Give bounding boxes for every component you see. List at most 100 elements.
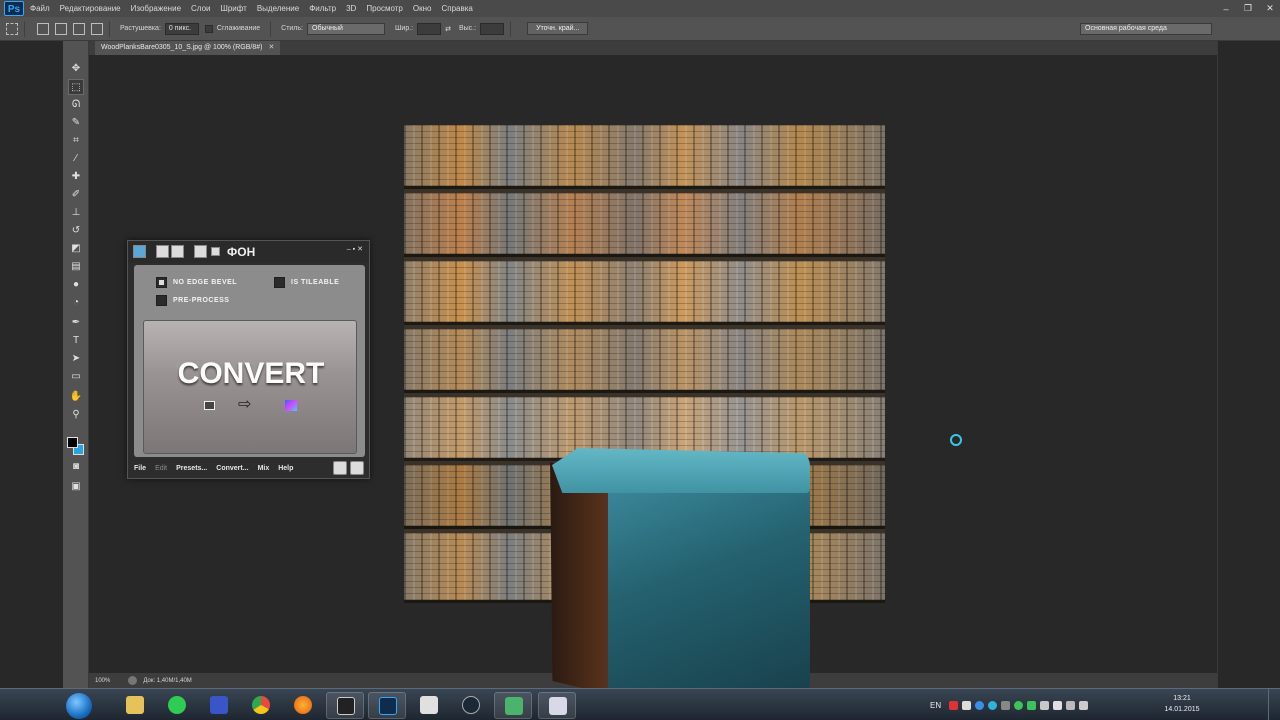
height-input[interactable] (480, 22, 505, 35)
plugin-menu-mix[interactable]: Mix (258, 465, 270, 472)
brush-tool-icon[interactable]: ✐ (68, 187, 84, 203)
swap-icon[interactable]: ⇄ (445, 25, 451, 33)
blur-tool-icon[interactable]: ● (68, 277, 84, 293)
menu-image[interactable]: Изображение (131, 4, 181, 13)
quick-selection-icon[interactable]: ✎ (68, 115, 84, 131)
restore-icon[interactable]: ❐ (1242, 3, 1254, 14)
status-menu-icon[interactable] (128, 676, 138, 685)
separator (270, 20, 272, 37)
foreground-color-swatch[interactable] (67, 437, 78, 448)
shape-tool-icon[interactable]: ▭ (68, 369, 84, 385)
taskbar-media[interactable] (538, 692, 576, 719)
plugin-menu-file[interactable]: File (134, 465, 146, 472)
pen-tool-icon[interactable]: ✒ (68, 315, 84, 331)
cursor-ring-icon (950, 434, 962, 446)
plugin-menu-presets[interactable]: Presets... (176, 465, 207, 472)
menu-view[interactable]: Просмотр (366, 4, 403, 13)
checkbox-icon[interactable] (194, 245, 207, 258)
marquee-tool-preset-icon[interactable] (6, 22, 18, 35)
network-icon[interactable] (1066, 700, 1076, 710)
move-tool-icon[interactable]: ✥ (68, 61, 84, 77)
type-tool-icon[interactable]: T (68, 333, 84, 349)
panel-controls-icon[interactable]: –▪✕ (347, 245, 365, 253)
menu-help[interactable]: Справка (441, 4, 472, 13)
layer-icon[interactable] (156, 245, 169, 258)
taskbar-unity[interactable] (410, 692, 448, 719)
subtract-selection-icon[interactable] (73, 22, 85, 35)
crop-tool-icon[interactable]: ⌗ (68, 133, 84, 149)
feather-input[interactable]: 0 пикс. (164, 22, 199, 35)
dodge-tool-icon[interactable]: ◔ (68, 295, 84, 311)
taskbar-save[interactable] (200, 692, 238, 719)
camera-icon[interactable] (211, 247, 220, 256)
volume-icon[interactable] (1079, 700, 1089, 710)
wood-plank (404, 193, 885, 257)
tray-app-icon[interactable] (1014, 700, 1024, 710)
menu-edit[interactable]: Редактирование (60, 4, 121, 13)
tray-app-icon[interactable] (949, 700, 959, 710)
intersect-selection-icon[interactable] (91, 22, 103, 35)
menu-filter[interactable]: Фильтр (309, 4, 336, 13)
tray-app-icon[interactable] (975, 700, 985, 710)
menu-layers[interactable]: Слои (191, 4, 210, 13)
menu-type[interactable]: Шрифт (220, 4, 246, 13)
add-selection-icon[interactable] (55, 22, 67, 35)
grid-icon[interactable] (171, 245, 184, 258)
tray-app-icon[interactable] (962, 700, 972, 710)
close-icon[interactable]: ✕ (1264, 3, 1276, 14)
stamp-tool-icon[interactable]: ⊥ (68, 205, 84, 221)
path-selection-icon[interactable]: ➤ (68, 351, 84, 367)
tray-app-icon[interactable] (1027, 700, 1037, 710)
start-button[interactable] (66, 693, 92, 719)
close-tab-icon[interactable]: ✕ (268, 44, 274, 51)
eyedropper-icon[interactable]: ⁄ (68, 151, 84, 167)
style-select[interactable]: Обычный (307, 22, 385, 35)
tray-app-icon[interactable] (1040, 700, 1050, 710)
healing-brush-icon[interactable]: ✚ (68, 169, 84, 185)
workspace-select[interactable]: Основная рабочая среда (1080, 23, 1212, 35)
document-tab[interactable]: WoodPlanksBare0305_10_S.jpg @ 100% (RGB/… (95, 41, 281, 55)
width-input[interactable] (417, 22, 442, 35)
plugin-menu-convert[interactable]: Convert... (216, 465, 248, 472)
hand-tool-icon[interactable]: ✋ (68, 389, 84, 405)
clock[interactable]: 13:21 14.01.2015 (1158, 693, 1206, 715)
tray-app-icon[interactable] (988, 700, 998, 710)
lasso-tool-icon[interactable]: ᘏ (68, 97, 84, 113)
zoom-level[interactable]: 100% (95, 678, 110, 684)
menu-3d[interactable]: 3D (346, 4, 356, 13)
menu-select[interactable]: Выделение (257, 4, 299, 13)
plugin-menu-help[interactable]: Help (278, 465, 293, 472)
plugin-settings-icon[interactable] (333, 461, 347, 475)
screen-mode-icon[interactable]: ▣ (68, 479, 84, 495)
taskbar-firefox[interactable] (284, 692, 322, 719)
taskbar-chrome[interactable] (242, 692, 280, 719)
language-indicator[interactable]: EN (930, 701, 941, 710)
new-selection-icon[interactable] (37, 22, 49, 35)
gradient-tool-icon[interactable]: ▤ (68, 259, 84, 275)
is-tileable-checkbox[interactable] (274, 277, 285, 288)
menu-file[interactable]: Файл (30, 4, 50, 13)
zoom-tool-icon[interactable]: ⚲ (68, 407, 84, 423)
no-edge-bevel-checkbox[interactable] (156, 277, 167, 288)
taskbar-explorer[interactable] (116, 692, 154, 719)
refine-edge-button[interactable]: Уточн. край... (527, 22, 589, 35)
menu-window[interactable]: Окно (413, 4, 432, 13)
taskbar-photoshop[interactable] (368, 692, 406, 719)
minimize-icon[interactable]: – (1220, 4, 1232, 14)
flag-icon[interactable] (1053, 700, 1063, 710)
quick-mask-icon[interactable]: ◙ (68, 459, 84, 475)
show-desktop-button[interactable] (1268, 689, 1280, 720)
convert-button[interactable]: CONVERT ⇨ (143, 320, 357, 454)
antialias-checkbox[interactable] (204, 24, 213, 33)
taskbar-ndo[interactable] (494, 692, 532, 719)
pre-process-checkbox[interactable] (156, 295, 167, 306)
taskbar-whatsapp[interactable] (158, 692, 196, 719)
history-brush-icon[interactable]: ↺ (68, 223, 84, 239)
taskbar-app[interactable] (326, 692, 364, 719)
plugin-cube-icon[interactable] (350, 461, 364, 475)
plugin-menu-edit[interactable]: Edit (155, 465, 167, 472)
rectangular-marquee-icon[interactable]: ⬚ (68, 79, 84, 95)
taskbar-steam[interactable] (452, 692, 490, 719)
eraser-tool-icon[interactable]: ◩ (68, 241, 84, 257)
tray-app-icon[interactable] (1001, 700, 1011, 710)
